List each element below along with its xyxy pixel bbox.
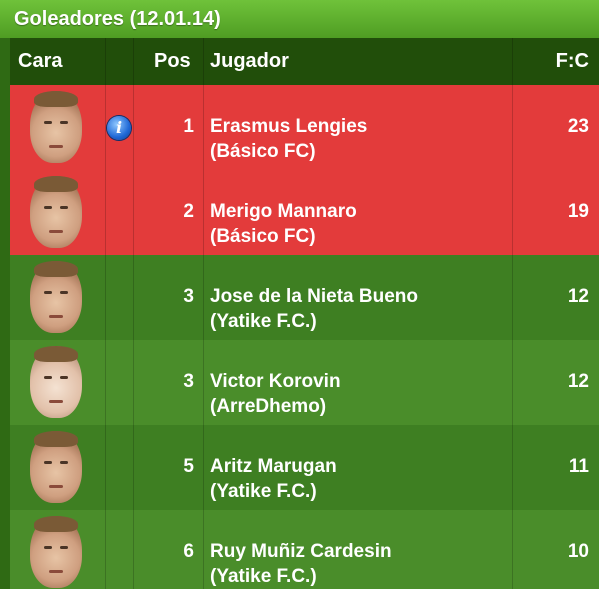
player-pos: 3 (183, 286, 194, 307)
table-row[interactable]: 3 Victor Korovin (ArreDhemo) 12 (10, 340, 599, 425)
table-row[interactable]: 5 Aritz Marugan (Yatike F.C.) 11 (10, 425, 599, 510)
column-separator (105, 38, 106, 589)
player-face-image[interactable] (30, 91, 82, 163)
panel-title: Goleadores (12.01.14) (0, 0, 599, 38)
table-header: Cara Pos Jugador F:C (10, 38, 599, 85)
player-club: (Básico FC) (210, 141, 316, 162)
player-club: (ArreDhemo) (210, 396, 327, 417)
player-club: (Básico FC) (210, 226, 316, 247)
scorers-table-body: i 1 Erasmus Lengies (Básico FC) 23 2 Merigo Ma… (10, 85, 599, 589)
player-pos: 3 (183, 371, 194, 392)
table-row[interactable]: i 1 Erasmus Lengies (Básico FC) 23 (10, 85, 599, 170)
player-pos: 6 (183, 541, 194, 562)
scorers-panel: Goleadores (12.01.14) Cara Pos Jugador F… (0, 0, 599, 589)
player-name[interactable]: Ruy Muñiz Cardesin (210, 541, 392, 563)
player-face-image[interactable] (30, 346, 82, 418)
player-fc: 12 (567, 371, 589, 392)
player-name[interactable]: Jose de la Nieta Bueno (210, 286, 418, 308)
column-separator (203, 38, 204, 589)
player-club: (Yatike F.C.) (210, 311, 317, 332)
info-icon[interactable]: i (107, 116, 131, 140)
player-fc: 12 (567, 286, 589, 307)
player-club: (Yatike F.C.) (210, 481, 317, 502)
player-face-image[interactable] (30, 261, 82, 333)
player-name[interactable]: Victor Korovin (210, 371, 341, 393)
player-name[interactable]: Erasmus Lengies (210, 116, 367, 138)
table-row[interactable]: 3 Jose de la Nieta Bueno (Yatike F.C.) 12 (10, 255, 599, 340)
player-fc: 11 (568, 456, 589, 477)
player-pos: 1 (183, 116, 194, 137)
column-separator (512, 38, 513, 589)
player-fc: 10 (567, 541, 589, 562)
player-face-image[interactable] (30, 516, 82, 588)
column-separator (133, 38, 134, 589)
header-cara[interactable]: Cara (18, 38, 62, 85)
player-club: (Yatike F.C.) (210, 566, 317, 587)
table-row[interactable]: 2 Merigo Mannaro (Básico FC) 19 (10, 170, 599, 255)
player-fc: 19 (567, 201, 589, 222)
header-pos[interactable]: Pos (154, 38, 191, 85)
header-jugador[interactable]: Jugador (210, 38, 289, 85)
player-name[interactable]: Merigo Mannaro (210, 201, 357, 223)
player-pos: 5 (183, 456, 194, 477)
header-fc[interactable]: F:C (556, 38, 589, 85)
player-pos: 2 (183, 201, 194, 222)
player-face-image[interactable] (30, 431, 82, 503)
table-row[interactable]: 6 Ruy Muñiz Cardesin (Yatike F.C.) 10 (10, 510, 599, 589)
player-face-image[interactable] (30, 176, 82, 248)
player-name[interactable]: Aritz Marugan (210, 456, 337, 478)
player-fc: 23 (567, 116, 589, 137)
